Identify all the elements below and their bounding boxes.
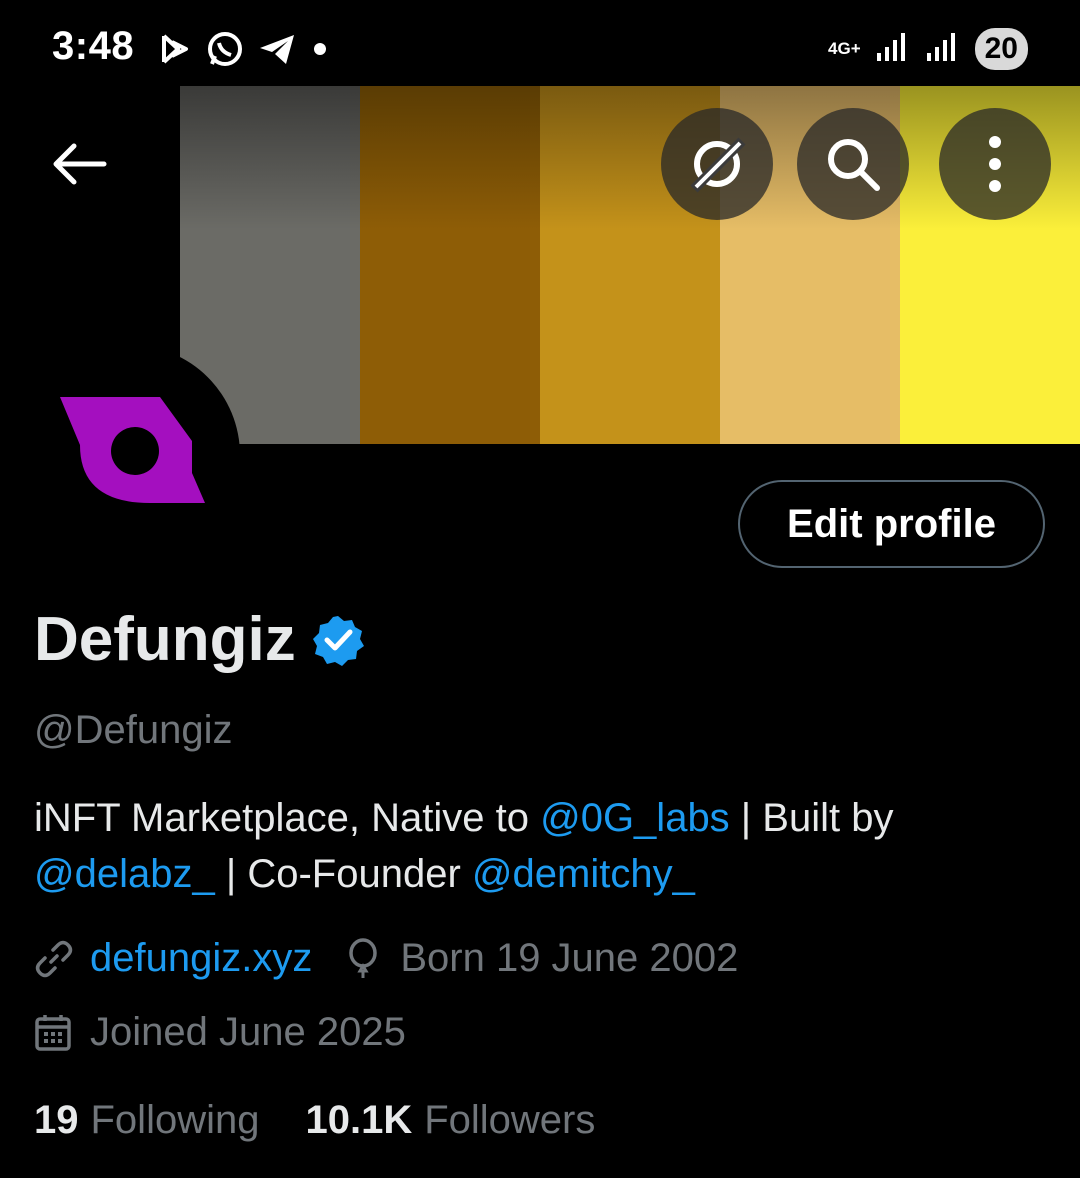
search-button[interactable] [797,108,909,220]
following-link[interactable]: 19 Following [34,1098,259,1143]
birthday-text: Born 19 June 2002 [400,936,739,980]
following-count: 19 [34,1098,79,1142]
play-store-icon [158,32,192,71]
notification-icons [158,30,330,73]
website-link[interactable]: defungiz.xyz [90,936,312,981]
banner-stripe [360,86,540,444]
search-icon [828,139,880,191]
more-vertical-icon [989,136,1001,192]
grok-icon [690,137,746,193]
system-status: 4G+ 20 [828,28,1028,70]
status-time: 3:48 [52,24,135,68]
back-button[interactable] [40,124,120,204]
grok-button[interactable] [661,108,773,220]
followers-label: Followers [424,1098,596,1142]
telegram-icon [258,32,296,71]
profile-meta: Joined June 2025 [34,1010,406,1055]
signal-icon [875,31,911,68]
followers-count: 10.1K [305,1098,413,1142]
defungiz-logo [60,397,205,503]
follow-counts: 19 Following 10.1K Followers [34,1098,595,1143]
more-options-button[interactable] [939,108,1051,220]
following-label: Following [90,1098,260,1142]
avatar[interactable] [20,345,240,565]
whatsapp-icon [206,30,244,73]
arrow-left-icon [53,143,107,185]
bio-text: | Built by [729,796,894,840]
edit-profile-button[interactable]: Edit profile [738,480,1045,568]
dot-icon [310,39,330,64]
mention-link[interactable]: @0G_labs [540,796,730,840]
signal-icon [925,31,961,68]
joined-text: Joined June 2025 [90,1010,406,1054]
mention-link[interactable]: @demitchy_ [472,852,695,896]
profile-bio: iNFT Marketplace, Native to @0G_labs | B… [34,790,1044,902]
display-name: Defungiz [34,605,296,674]
battery-indicator: 20 [974,28,1028,70]
profile-handle: @Defungiz [34,708,233,752]
verified-badge-icon [312,615,364,666]
calendar-icon [35,1014,71,1051]
balloon-icon [349,937,378,978]
link-icon [35,940,73,977]
profile-meta: defungiz.xyz Born 19 June 2002 [34,936,738,981]
mention-link[interactable]: @delabz_ [34,852,215,896]
bio-text: | Co-Founder [214,852,472,896]
network-type: 4G+ [828,39,861,58]
status-bar: 3:48 4G+ 20 [0,0,1080,88]
bio-text: iNFT Marketplace, Native to [34,796,541,840]
profile-name-row: Defungiz [34,604,364,675]
followers-link[interactable]: 10.1K Followers [305,1098,595,1143]
